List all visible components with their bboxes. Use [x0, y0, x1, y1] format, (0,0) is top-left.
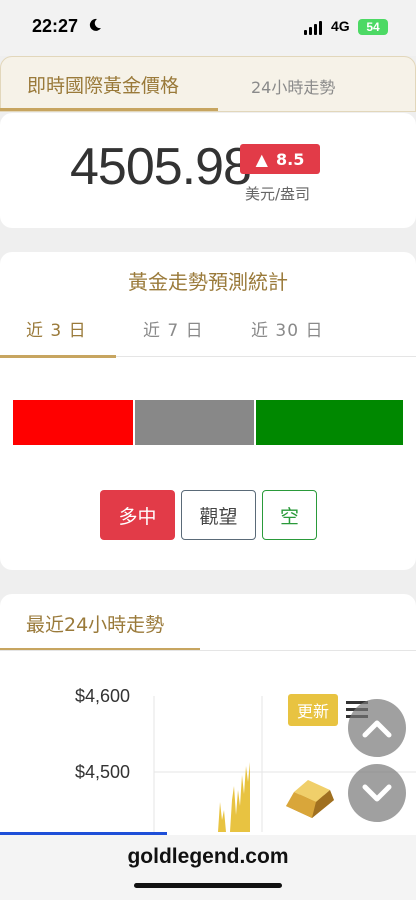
signal-icon — [304, 21, 322, 35]
scroll-down-button[interactable] — [348, 764, 406, 822]
site-domain[interactable]: goldlegend.com — [0, 845, 416, 869]
price-card: 4505.98 ▲ 8.5 美元/盎司 — [0, 113, 416, 228]
price-change-badge: ▲ 8.5 — [240, 144, 320, 174]
distribution-segment-1 — [13, 400, 133, 445]
tab-active-indicator — [0, 108, 218, 111]
forecast-title: 黃金走勢預測統計 — [128, 270, 288, 294]
network-type: 4G — [331, 18, 350, 34]
price-change-value: 8.5 — [275, 149, 305, 169]
up-arrow-icon: ▲ — [255, 149, 268, 169]
tab-24h-trend[interactable]: 24小時走勢 — [251, 74, 335, 98]
forecast-tab-indicator — [0, 355, 116, 358]
y-axis-label-low: $4,500 — [75, 762, 131, 782]
status-time: 22:27 — [32, 16, 79, 36]
gold-bar-icon — [286, 780, 334, 818]
distribution-segment-2 — [134, 400, 255, 445]
forecast-card: 黃金走勢預測統計 近 3 日 近 7 日 近 30 日 多中 觀望 空 — [0, 252, 416, 570]
price-unit: 美元/盎司 — [245, 185, 311, 203]
trend-title: 最近24小時走勢 — [26, 614, 165, 636]
distribution-segment-3 — [256, 400, 403, 445]
chevron-down-icon — [362, 784, 392, 802]
price-tabs: 即時國際黃金價格 24小時走勢 — [0, 56, 416, 112]
status-bar: 22:27 4G 54 — [0, 0, 416, 56]
tab-30-days[interactable]: 近 30 日 — [251, 316, 323, 341]
gold-price: 4505.98 — [70, 138, 252, 196]
home-indicator[interactable] — [134, 883, 282, 888]
vote-hold-button[interactable]: 觀望 — [181, 490, 256, 540]
tab-live-price[interactable]: 即時國際黃金價格 — [27, 71, 179, 98]
vote-bull-button[interactable]: 多中 — [100, 490, 175, 540]
tab-3-days[interactable]: 近 3 日 — [26, 316, 87, 341]
divider — [0, 650, 416, 651]
forecast-distribution-bar — [13, 400, 403, 445]
y-axis-label-high: $4,600 — [75, 686, 131, 706]
chevron-up-icon — [362, 720, 392, 738]
vote-bear-button[interactable]: 空 — [262, 490, 317, 540]
battery-level: 54 — [366, 20, 380, 34]
moon-icon — [89, 18, 101, 31]
tab-7-days[interactable]: 近 7 日 — [143, 316, 204, 341]
refresh-button[interactable]: 更新 — [288, 694, 338, 726]
scroll-up-button[interactable] — [348, 699, 406, 757]
battery-icon: 54 — [358, 19, 388, 35]
browser-address-bar[interactable]: goldlegend.com — [0, 835, 416, 900]
